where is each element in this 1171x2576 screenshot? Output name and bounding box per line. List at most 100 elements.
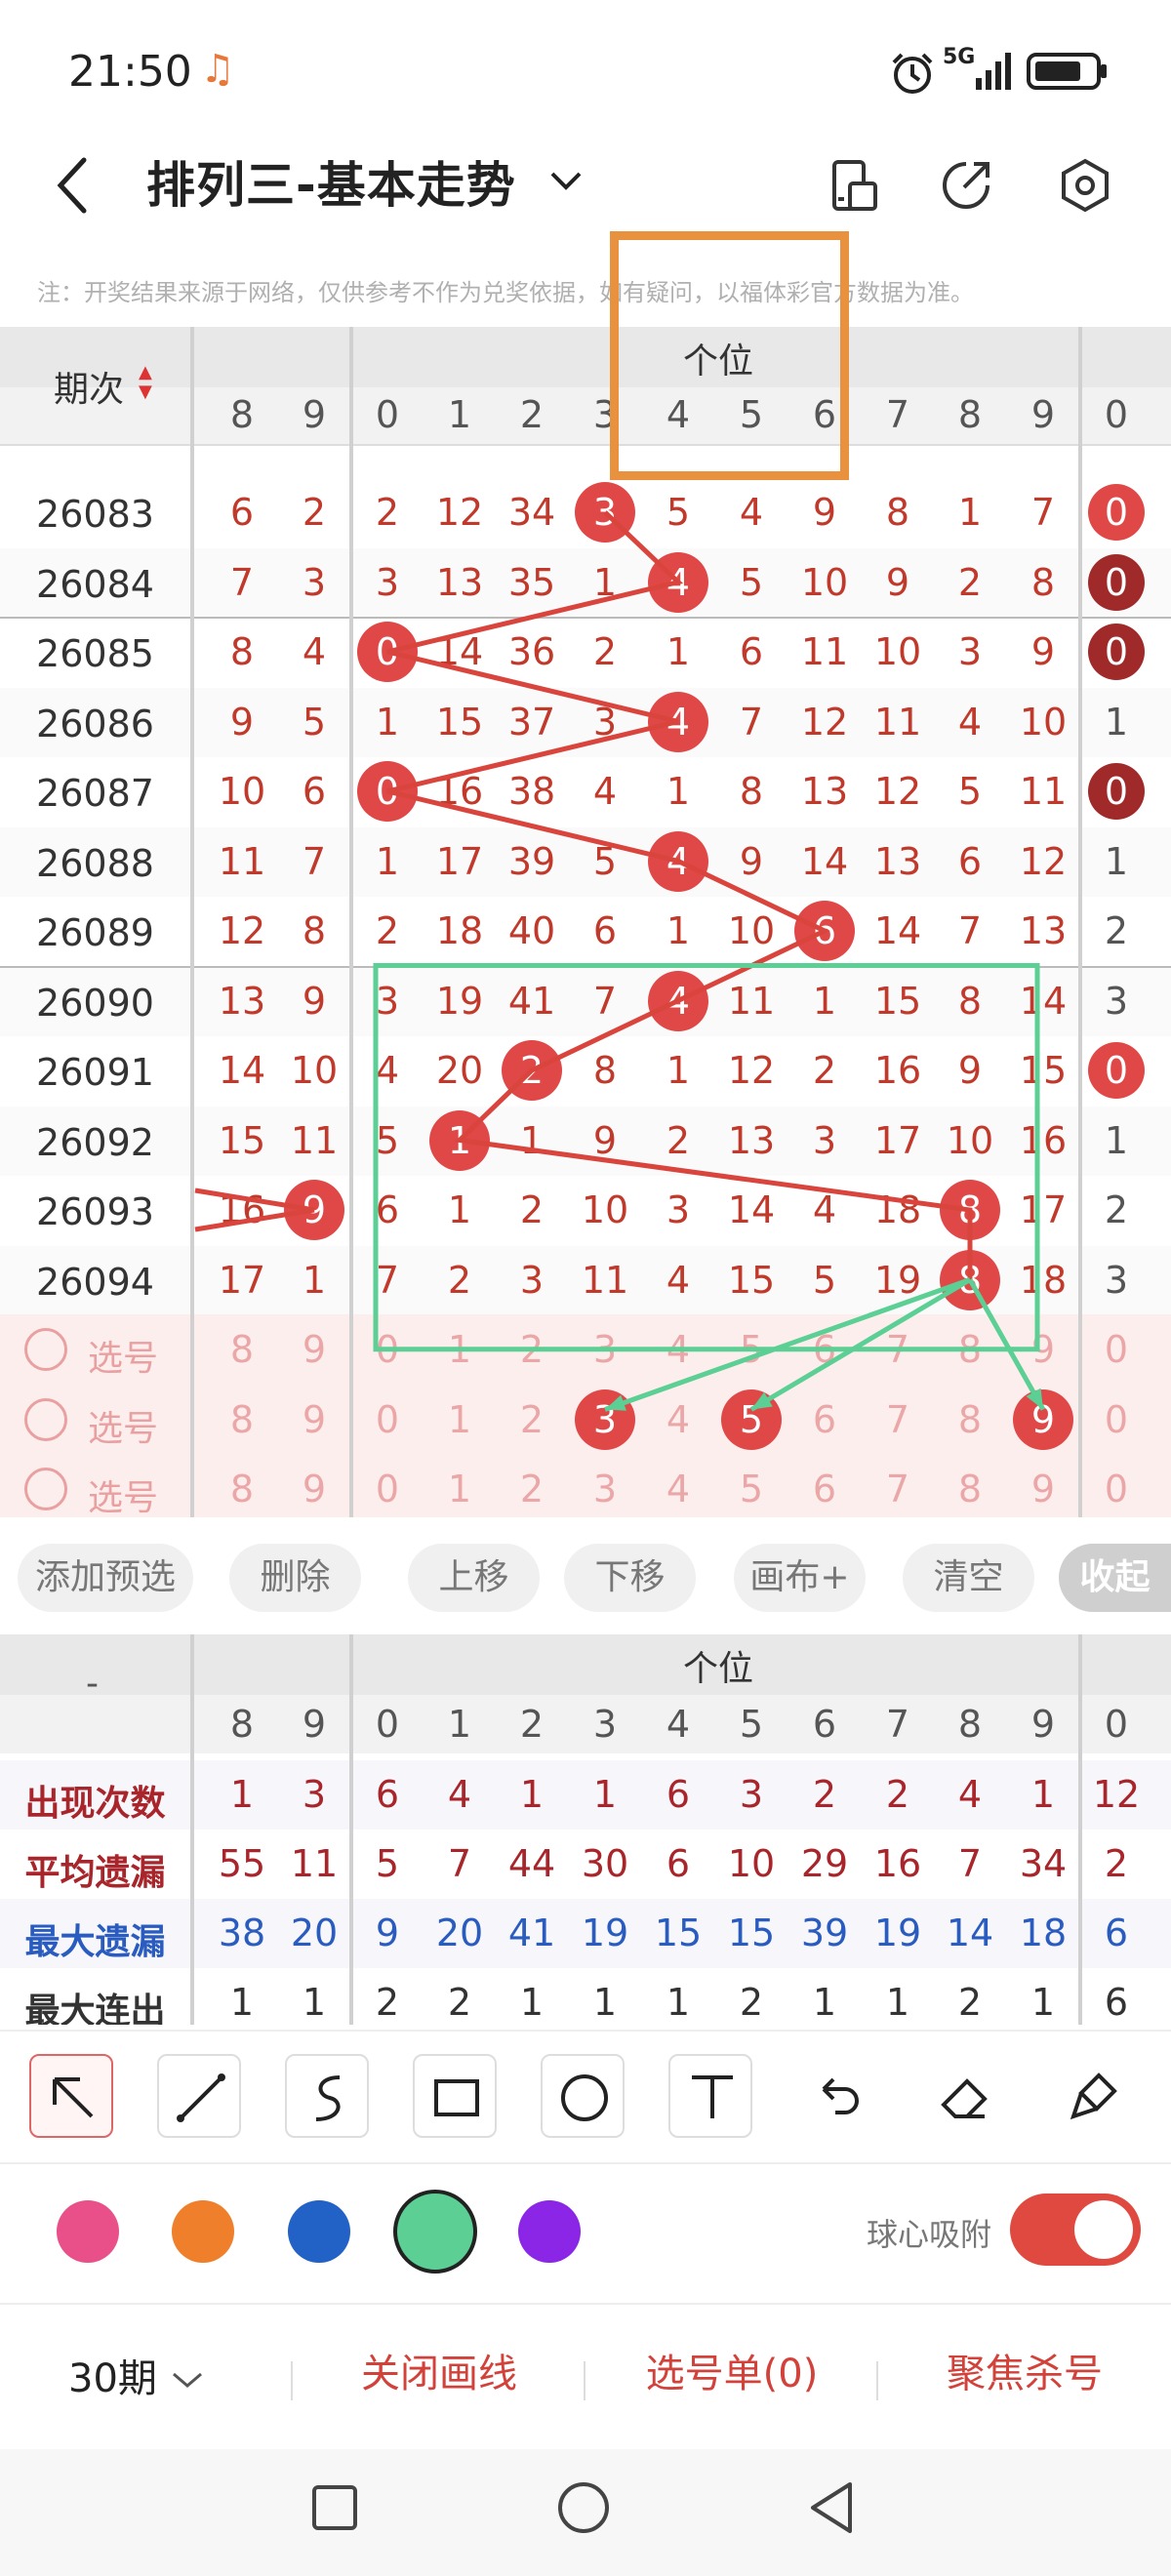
stats-table: - 个位 8 9 0 1 2 3 4 5 6 7 8 9 0 出现次数 1 3 6 4 1 1 6 3 2 2 4 1 12 平均遗漏 55…	[0, 1634, 1171, 2025]
line-tool-button[interactable]	[157, 2054, 241, 2138]
settings-icon[interactable]	[1056, 156, 1114, 215]
stats-value: 1	[666, 1981, 691, 2024]
snap-toggle[interactable]	[1010, 2194, 1141, 2266]
stats-value: 44	[507, 1842, 556, 1885]
undo-tool-button[interactable]	[796, 2054, 880, 2138]
stats-value: 30	[581, 1842, 629, 1885]
stats-value: 2	[447, 1981, 472, 2024]
close-line-button[interactable]: 关闭画线	[322, 2342, 556, 2398]
stats-value: 15	[727, 1912, 776, 1954]
arrow-icon	[53, 2077, 94, 2118]
stats-column-header: 3	[592, 1703, 618, 1746]
stats-section-label: 个位	[683, 1649, 754, 1689]
color-swatch[interactable]	[57, 2200, 119, 2263]
color-swatch[interactable]	[172, 2200, 234, 2263]
recent-apps-icon[interactable]	[310, 2483, 359, 2532]
stats-value: 39	[800, 1912, 849, 1954]
stats-value: 18	[1019, 1912, 1068, 1954]
snap-label: 球心吸附	[867, 2216, 992, 2253]
stats-value: 16	[873, 1842, 922, 1885]
brush-tool-button[interactable]	[1052, 2054, 1136, 2138]
stats-value: 5	[375, 1842, 400, 1885]
circle-tool-button[interactable]	[541, 2054, 625, 2138]
stats-dash: -	[86, 1664, 99, 1704]
stats-column-header: 6	[812, 1703, 837, 1746]
text-icon	[692, 2075, 733, 2118]
stats-value: 7	[447, 1842, 472, 1885]
stats-value: 1	[812, 1981, 837, 2024]
chevron-down-icon	[172, 2372, 202, 2388]
column-divider	[190, 1634, 194, 2025]
battery-icon	[1027, 53, 1107, 90]
alarm-icon	[892, 53, 933, 94]
page-title[interactable]: 排列三-基本走势	[146, 146, 516, 217]
stats-column-header: 0	[1104, 1703, 1129, 1746]
rect-icon	[434, 2079, 479, 2116]
back-nav-icon[interactable]	[805, 2480, 860, 2535]
stats-value: 19	[581, 1912, 629, 1954]
delete-button[interactable]: 删除	[229, 1544, 361, 1612]
stats-column-header: 4	[666, 1703, 691, 1746]
stats-value: 29	[800, 1842, 849, 1885]
trend-lines	[194, 510, 1046, 1412]
stats-value: 6	[1104, 1981, 1129, 2024]
curve-icon	[315, 2075, 341, 2121]
stats-header-band	[0, 1634, 1171, 1695]
stats-column-header: 0	[375, 1703, 400, 1746]
stats-value: 3	[739, 1773, 764, 1816]
stats-column-header: 7	[885, 1703, 910, 1746]
stats-value: 2	[957, 1981, 983, 2024]
curve-tool-button[interactable]	[285, 2054, 369, 2138]
stats-value: 15	[654, 1912, 703, 1954]
stats-column-header: 1	[447, 1703, 472, 1746]
divider	[291, 2361, 293, 2400]
back-button[interactable]	[49, 146, 98, 224]
stats-value: 12	[1092, 1773, 1141, 1816]
collapse-button[interactable]: 收起	[1059, 1544, 1171, 1612]
annotation-rectangle[interactable]	[610, 231, 849, 480]
stats-value: 9	[375, 1912, 400, 1954]
period-select-label: 30期	[68, 2356, 157, 2401]
stats-row-label: 出现次数	[24, 1784, 166, 1824]
color-swatch[interactable]	[393, 2190, 477, 2274]
pick-list-button[interactable]: 选号单(0)	[605, 2342, 859, 2398]
divider	[584, 2361, 586, 2400]
trend-polyline	[194, 1187, 315, 1232]
stats-value: 1	[592, 1981, 618, 2024]
column-divider	[1078, 1634, 1082, 2025]
stats-value: 2	[1104, 1842, 1129, 1885]
chevron-down-icon[interactable]	[546, 166, 586, 195]
signal-icon	[976, 53, 1011, 90]
line-icon	[177, 2073, 225, 2122]
stats-value: 41	[507, 1912, 556, 1954]
stats-value: 14	[946, 1912, 994, 1954]
share-icon[interactable]	[937, 156, 995, 215]
home-icon[interactable]	[556, 2480, 611, 2535]
move-up-button[interactable]: 上移	[408, 1544, 540, 1612]
stats-value: 11	[290, 1842, 339, 1885]
canvas-plus-button[interactable]: 画布+	[734, 1544, 866, 1612]
clear-button[interactable]: 清空	[903, 1544, 1034, 1612]
brush-icon	[1070, 2073, 1117, 2120]
stats-value: 1	[302, 1981, 327, 2024]
annotation-arrow[interactable]	[967, 1278, 1046, 1411]
rect-tool-button[interactable]	[413, 2054, 497, 2138]
text-tool-button[interactable]	[668, 2054, 752, 2138]
stats-value: 20	[290, 1912, 339, 1954]
stats-value: 2	[885, 1773, 910, 1816]
move-down-button[interactable]: 下移	[564, 1544, 696, 1612]
focus-kill-button[interactable]: 聚焦杀号	[898, 2342, 1151, 2398]
color-swatch[interactable]	[518, 2200, 581, 2263]
music-icon: ♫	[200, 47, 235, 92]
arrow-tool-button[interactable]	[29, 2054, 113, 2138]
trend-polyline	[386, 510, 973, 1280]
stats-value: 10	[727, 1842, 776, 1885]
layout-toggle-icon[interactable]	[825, 156, 883, 215]
stats-value: 6	[375, 1773, 400, 1816]
network-5g-label: 5G	[943, 45, 976, 69]
add-preselect-button[interactable]: 添加预选	[18, 1544, 193, 1612]
eraser-tool-button[interactable]	[924, 2054, 1008, 2138]
color-swatch[interactable]	[288, 2200, 350, 2263]
period-select[interactable]: 30期	[68, 2347, 205, 2403]
stats-value: 4	[447, 1773, 472, 1816]
